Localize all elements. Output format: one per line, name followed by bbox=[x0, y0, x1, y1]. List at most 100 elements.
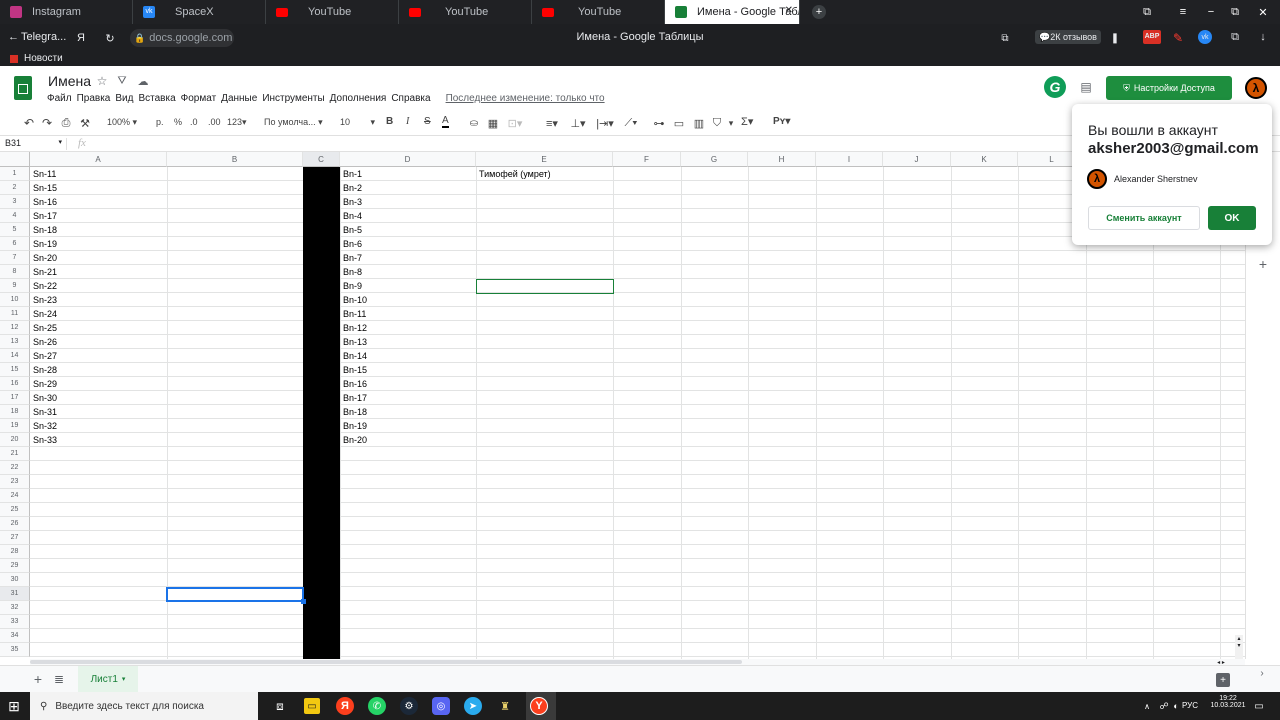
cell-d12[interactable]: Bn-12 bbox=[341, 321, 476, 335]
extensions-icon[interactable]: ⧉ bbox=[1228, 30, 1242, 44]
input-tools-button[interactable]: Рʏ▾ bbox=[773, 116, 790, 127]
doc-title[interactable]: Имена bbox=[48, 73, 91, 89]
row-header-7[interactable]: 7 bbox=[0, 251, 30, 265]
row-header-6[interactable]: 6 bbox=[0, 237, 30, 251]
column-header-c[interactable]: C bbox=[303, 152, 340, 167]
cell-d16[interactable]: Bn-16 bbox=[341, 377, 476, 391]
cell-d4[interactable]: Bn-4 bbox=[341, 209, 476, 223]
cell-e9-highlight[interactable] bbox=[476, 279, 614, 294]
tab-search-icon[interactable]: ⧉ bbox=[1140, 4, 1154, 20]
cell-a15[interactable]: Sn-28 bbox=[31, 363, 166, 377]
share-button[interactable]: ⛨ Настройки Доступа bbox=[1106, 76, 1232, 100]
cell-d5[interactable]: Bn-5 bbox=[341, 223, 476, 237]
cell-a3[interactable]: Sn-16 bbox=[31, 195, 166, 209]
cell-d3[interactable]: Bn-3 bbox=[341, 195, 476, 209]
clock[interactable]: 19:22 10.03.2021 bbox=[1210, 695, 1246, 709]
cell-a19[interactable]: Sn-32 bbox=[31, 419, 166, 433]
notifications-icon[interactable]: ▭ bbox=[1252, 699, 1266, 713]
all-sheets-icon[interactable]: ≣ bbox=[52, 672, 66, 686]
row-header-4[interactable]: 4 bbox=[0, 209, 30, 223]
row-header-14[interactable]: 14 bbox=[0, 349, 30, 363]
menu-view[interactable]: Вид bbox=[115, 93, 133, 104]
comments-icon[interactable]: ▤ bbox=[1078, 80, 1094, 94]
undo-icon[interactable]: ↶ bbox=[22, 116, 36, 130]
decrease-decimal[interactable]: .0 bbox=[190, 117, 198, 127]
select-all-corner[interactable] bbox=[0, 152, 30, 167]
explore-icon[interactable]: + bbox=[1216, 673, 1230, 687]
cell-d2[interactable]: Bn-2 bbox=[341, 181, 476, 195]
pen-icon[interactable]: ✎ bbox=[1172, 30, 1184, 46]
borders-icon[interactable]: ▦ bbox=[487, 116, 499, 130]
discord-icon[interactable]: ◎ bbox=[432, 697, 450, 715]
row-header-18[interactable]: 18 bbox=[0, 405, 30, 419]
reviews-badge[interactable]: 💬2К отзывов bbox=[1035, 30, 1101, 44]
cell-d14[interactable]: Bn-14 bbox=[341, 349, 476, 363]
cell-a2[interactable]: Sn-15 bbox=[31, 181, 166, 195]
cell-d9[interactable]: Bn-9 bbox=[341, 279, 476, 293]
column-header-j[interactable]: J bbox=[883, 152, 951, 167]
cell-a12[interactable]: Sn-25 bbox=[31, 321, 166, 335]
cell-d18[interactable]: Bn-18 bbox=[341, 405, 476, 419]
fill-color-icon[interactable]: ⛀ bbox=[468, 116, 480, 130]
steam-icon[interactable]: ⚙ bbox=[400, 697, 418, 715]
row-header-34[interactable]: 34 bbox=[0, 629, 30, 643]
row-header-13[interactable]: 13 bbox=[0, 335, 30, 349]
row-header-19[interactable]: 19 bbox=[0, 419, 30, 433]
cell-a4[interactable]: Sn-17 bbox=[31, 209, 166, 223]
bookmark-news[interactable]: Новости bbox=[10, 53, 63, 64]
cell-d11[interactable]: Bn-11 bbox=[341, 307, 476, 321]
windows-start-icon[interactable]: ⊞ bbox=[6, 698, 22, 714]
column-header-f[interactable]: F bbox=[613, 152, 681, 167]
row-header-11[interactable]: 11 bbox=[0, 307, 30, 321]
cell-d20[interactable]: Bn-20 bbox=[341, 433, 476, 447]
reload-icon[interactable]: ↻ bbox=[104, 31, 116, 45]
telegram-icon[interactable]: ➤ bbox=[464, 697, 482, 715]
menu-icon[interactable]: ≡ bbox=[1176, 4, 1190, 20]
scroll-thumb[interactable] bbox=[30, 660, 742, 664]
row-header-15[interactable]: 15 bbox=[0, 363, 30, 377]
text-rotate-icon[interactable]: ⟋▾ bbox=[620, 116, 642, 130]
text-wrap-icon[interactable]: |⇥▾ bbox=[594, 116, 616, 130]
vertical-align-icon[interactable]: ⊥▾ bbox=[568, 116, 588, 130]
comment-add-icon[interactable]: ▭ bbox=[672, 116, 686, 130]
yandex-icon[interactable]: Я bbox=[75, 31, 87, 45]
cell-a18[interactable]: Sn-31 bbox=[31, 405, 166, 419]
row-header-28[interactable]: 28 bbox=[0, 545, 30, 559]
column-header-k[interactable]: K bbox=[951, 152, 1018, 167]
currency-format[interactable]: р. bbox=[156, 117, 164, 127]
row-header-25[interactable]: 25 bbox=[0, 503, 30, 517]
chart-icon[interactable]: ▥ bbox=[692, 116, 706, 130]
tab-spacex[interactable]: vk SpaceX bbox=[133, 0, 266, 24]
column-header-e[interactable]: E bbox=[476, 152, 613, 167]
cell-a13[interactable]: Sn-26 bbox=[31, 335, 166, 349]
menu-edit[interactable]: Правка bbox=[77, 93, 111, 104]
cell-d7[interactable]: Bn-7 bbox=[341, 251, 476, 265]
row-header-24[interactable]: 24 bbox=[0, 489, 30, 503]
row-header-23[interactable]: 23 bbox=[0, 475, 30, 489]
redo-icon[interactable]: ↷ bbox=[40, 116, 54, 130]
close-window-icon[interactable]: ✕ bbox=[1256, 4, 1270, 20]
download-icon[interactable]: ↓ bbox=[1256, 30, 1270, 44]
avatar[interactable]: λ bbox=[1245, 77, 1267, 99]
cell-d13[interactable]: Bn-13 bbox=[341, 335, 476, 349]
add-sheet-icon[interactable]: + bbox=[31, 671, 45, 687]
row-header-29[interactable]: 29 bbox=[0, 559, 30, 573]
row-header-35[interactable]: 35 bbox=[0, 643, 30, 657]
row-header-8[interactable]: 8 bbox=[0, 265, 30, 279]
volume-icon[interactable]: ◐ bbox=[1170, 699, 1182, 713]
cell-a11[interactable]: Sn-24 bbox=[31, 307, 166, 321]
more-formats[interactable]: 123▾ bbox=[227, 117, 247, 128]
task-view-icon[interactable]: ⧈ bbox=[272, 698, 288, 714]
menu-format[interactable]: Формат bbox=[181, 93, 217, 104]
percent-format[interactable]: % bbox=[174, 117, 182, 127]
cell-a10[interactable]: Sn-23 bbox=[31, 293, 166, 307]
row-header-9[interactable]: 9 bbox=[0, 279, 30, 293]
row-header-30[interactable]: 30 bbox=[0, 573, 30, 587]
font-size-select[interactable]: 10 ▾ bbox=[340, 117, 375, 128]
sheets-logo-icon[interactable] bbox=[14, 76, 32, 100]
fill-handle[interactable] bbox=[301, 599, 306, 604]
bookmark-icon[interactable]: ❚ bbox=[1110, 31, 1120, 45]
filter-icon[interactable]: ⛉ bbox=[710, 116, 724, 130]
file-explorer-icon[interactable]: ▭ bbox=[304, 698, 320, 714]
column-header-b[interactable]: B bbox=[167, 152, 303, 167]
